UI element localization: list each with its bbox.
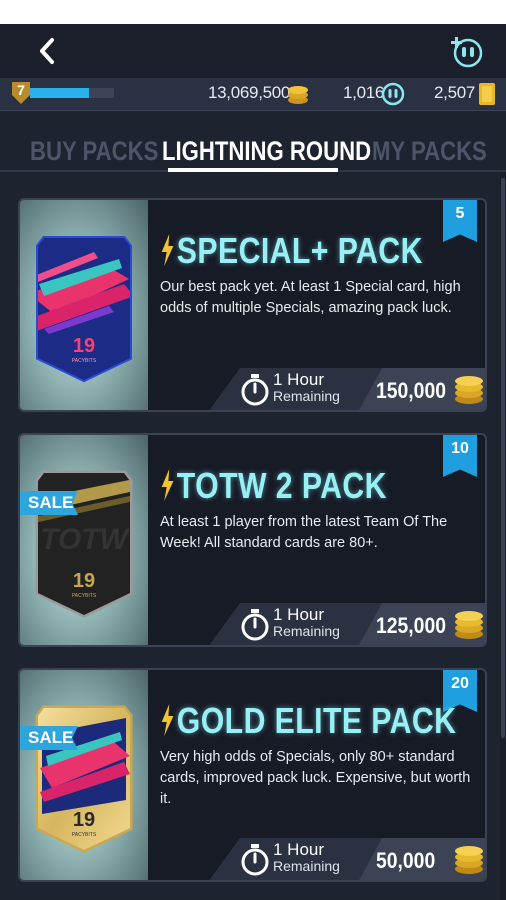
chevron-left-icon[interactable] — [34, 36, 62, 66]
pack-title-text: GOLD ELITE PACK — [176, 700, 457, 741]
time-remaining: 1 Hour Remaining — [273, 605, 340, 639]
time-label: Remaining — [273, 858, 340, 874]
sale-label: SALE — [28, 728, 74, 747]
top-bar — [0, 24, 506, 78]
points-amount: 1,016 — [343, 83, 385, 102]
pack-description: Our best pack yet. At least 1 Special ca… — [160, 279, 461, 316]
xp-progress-fill — [30, 88, 89, 98]
pack-description: At least 1 player from the latest Team O… — [160, 514, 448, 551]
pack-title: GOLD ELITE PACK — [160, 700, 456, 742]
sale-ribbon: SALE — [20, 726, 78, 750]
add-friend-icon[interactable] — [448, 34, 484, 68]
scrollbar-thumb[interactable] — [501, 178, 505, 738]
coins-icon — [455, 846, 483, 874]
count-badge: 10 — [443, 435, 477, 477]
active-tab-underline — [168, 168, 338, 172]
pack-title: TOTW 2 PACK — [160, 465, 387, 507]
time-value: 1 Hour — [273, 370, 325, 389]
pack-watermark: TOTW — [40, 523, 130, 556]
tab-bar: BUY PACKS LIGHTNING ROUND MY PACKS — [0, 130, 506, 172]
pack-card-special[interactable]: 19 PACYBITS 5 SPECIAL+ PACK Our best pac… — [18, 198, 487, 412]
count-badge: 5 — [443, 200, 477, 242]
pack-number: 19 — [73, 809, 95, 831]
count-badge-number: 5 — [455, 205, 465, 222]
pack-brand: PACYBITS — [72, 593, 97, 599]
level-number: 7 — [17, 82, 25, 98]
sale-label: SALE — [28, 493, 74, 512]
pack-price: 50,000 — [376, 848, 436, 873]
pack-title-text: TOTW 2 PACK — [176, 465, 387, 506]
pack-price: 150,000 — [376, 378, 446, 403]
lightning-bolt-icon — [161, 704, 174, 736]
coins-icon — [455, 611, 483, 639]
lightning-bolt-icon — [161, 469, 174, 501]
xp-progress-bar — [30, 88, 114, 98]
lightning-bolt-icon — [161, 234, 174, 266]
coins-amount: 13,069,500 — [208, 83, 291, 102]
sale-ribbon: SALE — [20, 491, 78, 515]
status-bar — [0, 0, 506, 24]
pack-card-gold-elite[interactable]: 19 PACYBITS SALE 20 GOLD ELITE PACK Very… — [18, 668, 487, 882]
count-badge-number: 20 — [451, 675, 469, 692]
time-remaining: 1 Hour Remaining — [273, 370, 340, 404]
coins-icon — [455, 376, 483, 404]
cards-amount: 2,507 — [434, 83, 476, 102]
stopwatch-icon — [241, 374, 269, 406]
currency-bar: 7 13,069,500 1,016 2,507 — [0, 78, 506, 111]
pack-brand: PACYBITS — [72, 832, 97, 838]
special-pack-image: 19 PACYBITS — [36, 236, 132, 383]
coins-icon — [288, 86, 308, 104]
pack-brand: PACYBITS — [72, 358, 97, 364]
pack-title-text: SPECIAL+ PACK — [176, 230, 423, 271]
pack-description: Very high odds of Specials, only 80+ sta… — [160, 749, 471, 807]
pack-number: 19 — [73, 335, 95, 357]
pack-title: SPECIAL+ PACK — [160, 230, 423, 272]
tab-my-packs[interactable]: MY PACKS — [372, 136, 487, 167]
time-value: 1 Hour — [273, 605, 325, 624]
count-badge-number: 10 — [451, 440, 469, 457]
stopwatch-icon — [241, 844, 269, 876]
pack-number: 19 — [73, 570, 95, 592]
time-label: Remaining — [273, 623, 340, 639]
tab-lightning-round[interactable]: LIGHTNING ROUND — [162, 136, 371, 167]
points-icon — [381, 82, 405, 106]
pack-card-totw[interactable]: TOTW 19 PACYBITS SALE 10 TOTW 2 PACK At … — [18, 433, 487, 647]
time-label: Remaining — [273, 388, 340, 404]
time-value: 1 Hour — [273, 840, 325, 859]
time-remaining: 1 Hour Remaining — [273, 840, 340, 874]
pack-price: 125,000 — [376, 613, 446, 638]
tab-buy-packs[interactable]: BUY PACKS — [30, 136, 158, 167]
card-currency-icon — [479, 83, 495, 105]
stopwatch-icon — [241, 609, 269, 641]
